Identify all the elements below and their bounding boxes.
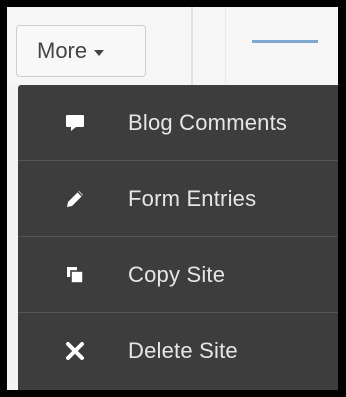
- toolbar-divider: [191, 7, 193, 85]
- menu-item-copy-site[interactable]: Copy Site: [18, 237, 338, 313]
- more-dropdown-menu: Blog Comments Form Entries Copy Site Del…: [18, 85, 338, 390]
- menu-item-label: Form Entries: [128, 185, 257, 211]
- more-button-label: More: [37, 38, 88, 63]
- comment-icon: [63, 111, 87, 135]
- copy-icon: [63, 263, 87, 287]
- menu-item-form-entries[interactable]: Form Entries: [18, 161, 338, 237]
- active-tab-indicator: [252, 40, 318, 43]
- caret-down-icon: [94, 49, 105, 56]
- close-icon: [63, 339, 87, 363]
- menu-item-delete-site[interactable]: Delete Site: [18, 313, 338, 389]
- more-dropdown-button[interactable]: More: [16, 25, 146, 77]
- menu-item-label: Copy Site: [128, 261, 226, 287]
- pencil-icon: [63, 187, 87, 211]
- menu-item-label: Delete Site: [128, 338, 238, 363]
- toolbar-divider-secondary: [225, 7, 226, 85]
- screenshot-frame: More Blog Comments Form Entries Copy Sit…: [7, 7, 338, 390]
- toolbar: More: [7, 7, 338, 85]
- menu-item-blog-comments[interactable]: Blog Comments: [18, 85, 338, 161]
- menu-item-label: Blog Comments: [128, 109, 288, 135]
